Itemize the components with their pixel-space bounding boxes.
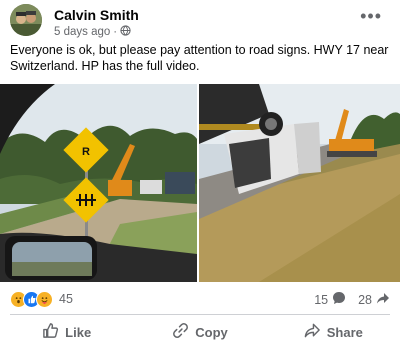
- post-photo-crossing[interactable]: R: [0, 84, 197, 282]
- post-meta: 5 days ago ·: [54, 25, 131, 39]
- svg-text:R: R: [82, 146, 90, 158]
- thumbs-up-icon: [42, 322, 59, 342]
- share-button[interactable]: Share: [267, 317, 400, 347]
- avatar[interactable]: [10, 4, 42, 36]
- post-header: Calvin Smith 5 days ago · •••: [10, 4, 390, 38]
- share-count: 28: [358, 292, 372, 307]
- like-label: Like: [65, 324, 92, 340]
- post-stats: 15 28: [314, 291, 390, 308]
- divider: [10, 314, 390, 315]
- post-photo-truck[interactable]: [199, 84, 400, 282]
- comment-bubble-icon: [332, 291, 346, 308]
- meta-separator: ·: [113, 26, 118, 38]
- copy-label: Copy: [195, 324, 228, 340]
- post-time[interactable]: 5 days ago: [54, 26, 110, 38]
- post-text: Everyone is ok, but please pay attention…: [10, 43, 389, 73]
- facebook-post: Calvin Smith 5 days ago · ••• Everyone i…: [0, 0, 400, 355]
- share-label: Share: [326, 324, 363, 340]
- share-arrow-icon: [376, 291, 390, 308]
- copy-button[interactable]: Copy: [133, 317, 266, 347]
- reaction-summary[interactable]: 45: [10, 289, 73, 309]
- comment-stat[interactable]: 15: [314, 291, 346, 308]
- share-stat[interactable]: 28: [358, 291, 390, 308]
- reaction-count: 45: [59, 292, 73, 306]
- share-icon: [304, 322, 321, 342]
- link-icon: [172, 322, 189, 342]
- post-actions: Like Copy Share: [0, 317, 400, 347]
- comment-count: 15: [314, 292, 329, 307]
- more-options-icon[interactable]: •••: [360, 6, 382, 27]
- care-reaction-icon: [36, 290, 53, 308]
- like-button[interactable]: Like: [0, 317, 133, 347]
- globe-icon: [120, 25, 131, 39]
- author-name[interactable]: Calvin Smith: [54, 7, 139, 23]
